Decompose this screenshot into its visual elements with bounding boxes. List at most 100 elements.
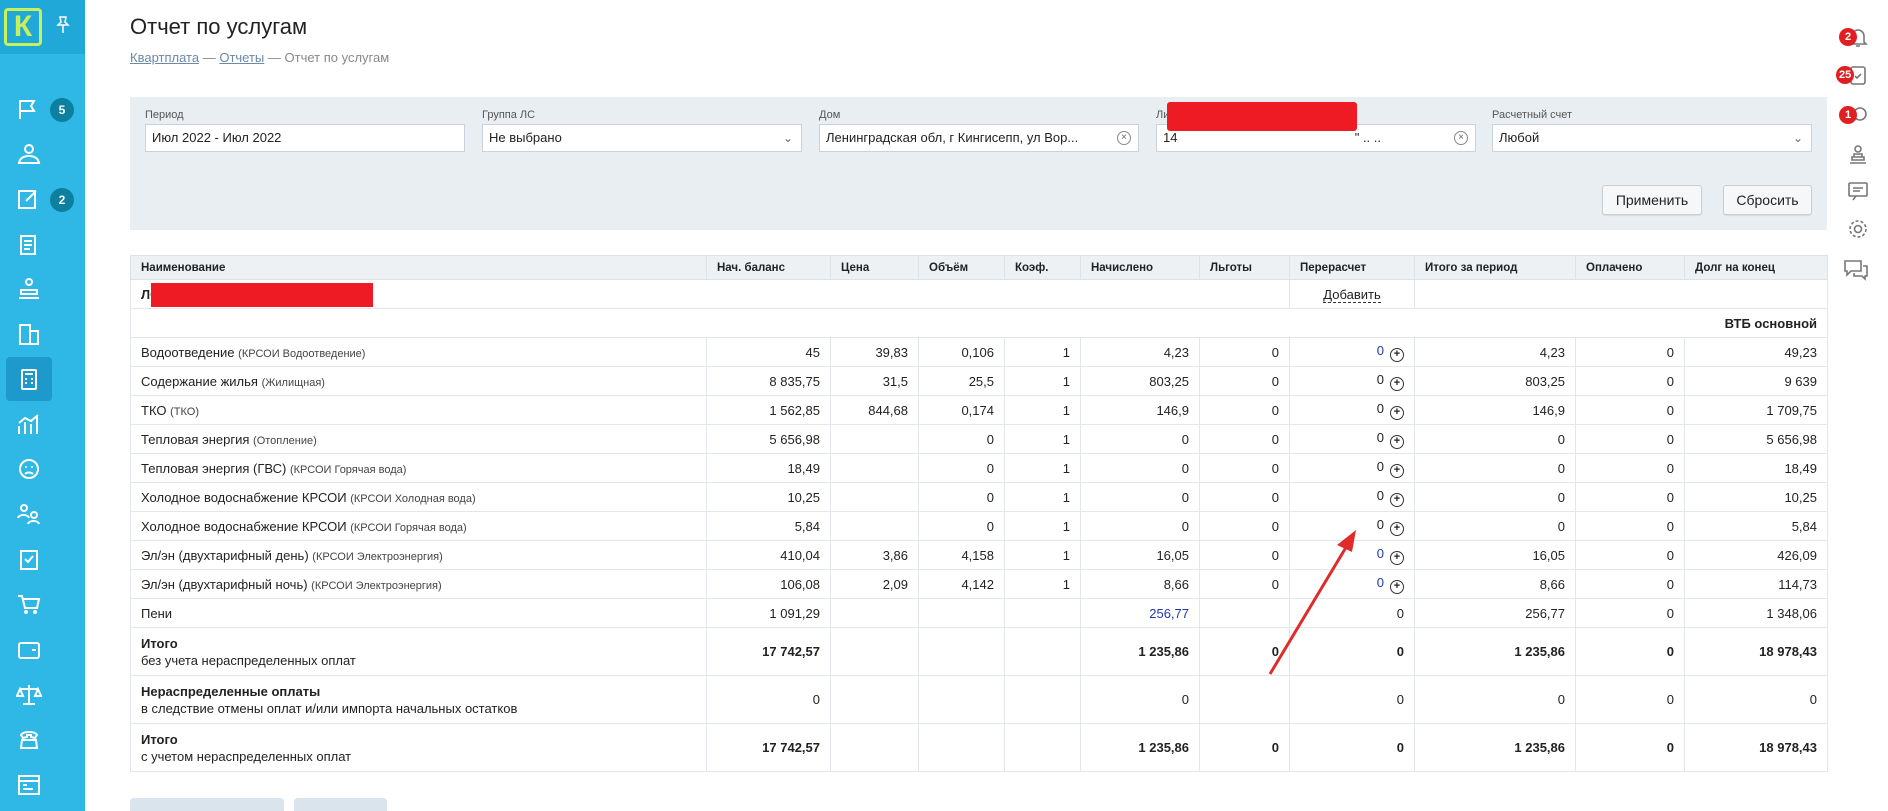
table-cell: [830, 627, 919, 676]
table-cell: 256,77: [1414, 598, 1576, 628]
sidebar-item-users-group[interactable]: [0, 132, 85, 176]
sidebar-item-flag[interactable]: 5: [0, 87, 85, 131]
sidebar-item-documents[interactable]: [0, 222, 85, 266]
table-cell: 49,23: [1684, 337, 1828, 367]
column-header[interactable]: Объём: [918, 255, 1005, 280]
breadcrumb-separator: —: [267, 50, 281, 65]
service-name: ТКО (ТКО): [130, 395, 707, 425]
recalc-cell: 0 +: [1289, 453, 1415, 483]
chat-icon[interactable]: [1838, 254, 1872, 284]
table-cell: 0: [1199, 453, 1290, 483]
total-label: Итого с учетом нераспределенных оплат: [130, 723, 707, 772]
apply-button[interactable]: Применить: [1602, 185, 1702, 215]
sidebar-item-calendar[interactable]: [0, 762, 85, 806]
messages-icon[interactable]: [1838, 176, 1872, 206]
sidebar-item-desk[interactable]: [0, 267, 85, 311]
table-cell: 1: [1004, 569, 1081, 599]
app-logo[interactable]: К: [4, 8, 42, 46]
service-name: Эл/эн (двухтарифный день) (КРСОИ Электро…: [130, 540, 707, 570]
add-circle-icon[interactable]: +: [1390, 492, 1404, 507]
table-cell: 45: [706, 337, 831, 367]
settings-gear-icon[interactable]: [1838, 214, 1872, 244]
sidebar-item-face[interactable]: [0, 447, 85, 491]
table-cell: 0,106: [918, 337, 1005, 367]
sidebar-item-team[interactable]: [0, 492, 85, 536]
add-circle-icon[interactable]: +: [1390, 550, 1404, 565]
desk-icon[interactable]: [1838, 140, 1872, 170]
group-select-value: Не выбрано: [489, 130, 562, 145]
recalc-value: 0: [1376, 516, 1384, 532]
recalc-value[interactable]: 0: [1377, 575, 1384, 590]
recalc-cell: 0 +: [1289, 482, 1415, 512]
breadcrumb-link-kvartplata[interactable]: Квартплата: [130, 50, 199, 65]
print-button[interactable]: [294, 798, 387, 811]
add-recalc-link[interactable]: Добавить: [1323, 286, 1381, 303]
column-header[interactable]: Начислено: [1080, 255, 1200, 280]
add-circle-icon[interactable]: +: [1390, 521, 1404, 536]
table-cell: 256,77: [1080, 598, 1200, 628]
sidebar-item-checklist[interactable]: [0, 537, 85, 581]
service-name: Холодное водоснабжение КРСОИ (КРСОИ Горя…: [130, 511, 707, 541]
chevron-down-icon: ⌄: [1792, 131, 1803, 145]
add-circle-icon[interactable]: +: [1390, 405, 1404, 420]
recalc-value: 0: [1376, 429, 1384, 445]
column-header[interactable]: Оплачено: [1575, 255, 1685, 280]
add-circle-icon[interactable]: +: [1390, 376, 1404, 391]
add-circle-icon[interactable]: +: [1390, 347, 1404, 362]
account-row: ЛС Добавить: [130, 279, 1828, 309]
table-cell: 4,142: [918, 569, 1005, 599]
column-header[interactable]: Льготы: [1199, 255, 1290, 280]
export-button[interactable]: [130, 798, 284, 811]
column-header[interactable]: Долг на конец: [1684, 255, 1828, 280]
service-name-text: Холодное водоснабжение КРСОИ: [141, 489, 347, 505]
reset-button[interactable]: Сбросить: [1723, 185, 1812, 215]
sidebar-item-edit-document[interactable]: 2: [0, 177, 85, 221]
clear-icon[interactable]: ×: [1117, 131, 1131, 145]
house-select[interactable]: Ленинградская обл, г Кингисепп, ул Вор..…: [819, 124, 1139, 152]
column-header[interactable]: Цена: [830, 255, 919, 280]
add-circle-icon[interactable]: +: [1390, 434, 1404, 449]
table-cell: 25,5: [918, 366, 1005, 396]
table-cell: 5 656,98: [1684, 424, 1828, 454]
sidebar-item-calculator[interactable]: [0, 357, 85, 401]
table-cell: 16,05: [1414, 540, 1576, 570]
add-circle-icon[interactable]: +: [1390, 579, 1404, 594]
breadcrumb-link-reports[interactable]: Отчеты: [219, 50, 264, 65]
settlement-select[interactable]: Любой ⌄: [1492, 124, 1812, 152]
sidebar-item-wallet[interactable]: [0, 627, 85, 671]
service-name-text: Содержание жилья: [141, 373, 258, 389]
column-header[interactable]: Перерасчет: [1289, 255, 1415, 280]
breadcrumb-current: Отчет по услугам: [284, 50, 390, 65]
table-cell: 3,86: [830, 540, 919, 570]
table-cell: 9 639: [1684, 366, 1828, 396]
column-header[interactable]: Итого за период: [1414, 255, 1576, 280]
column-header[interactable]: Коэф.: [1004, 255, 1081, 280]
table-cell: [918, 627, 1005, 676]
table-cell: 5,84: [1684, 511, 1828, 541]
table-cell: 0: [1199, 511, 1290, 541]
sidebar-item-building[interactable]: [0, 312, 85, 356]
clear-icon[interactable]: ×: [1454, 131, 1468, 145]
period-input[interactable]: Июл 2022 - Июл 2022: [145, 124, 465, 152]
page-title: Отчет по услугам: [130, 14, 308, 39]
table-cell: 0: [1684, 675, 1828, 724]
column-header[interactable]: Наименование: [130, 255, 707, 280]
sidebar-item-scales[interactable]: [0, 672, 85, 716]
recalc-value[interactable]: 0: [1377, 343, 1384, 358]
service-name-text: Холодное водоснабжение КРСОИ: [141, 518, 347, 534]
penalty-charged-link[interactable]: 256,77: [1149, 606, 1189, 621]
service-name-text: Тепловая энергия (ГВС): [141, 460, 287, 476]
table-cell: 0: [918, 482, 1005, 512]
table-row: Эл/эн (двухтарифный день) (КРСОИ Электро…: [130, 540, 1828, 570]
add-circle-icon[interactable]: +: [1390, 463, 1404, 478]
table-cell: 0: [1199, 569, 1290, 599]
sidebar-item-chart[interactable]: [0, 402, 85, 446]
pin-icon[interactable]: [56, 16, 70, 39]
sidebar-item-cart[interactable]: [0, 582, 85, 626]
recalc-value[interactable]: 0: [1377, 546, 1384, 561]
group-select[interactable]: Не выбрано ⌄: [482, 124, 802, 152]
table-cell: 0: [1199, 540, 1290, 570]
sidebar-item-phone[interactable]: [0, 717, 85, 761]
column-header[interactable]: Нач. баланс: [706, 255, 831, 280]
service-name: Содержание жилья (Жилищная): [130, 366, 707, 396]
